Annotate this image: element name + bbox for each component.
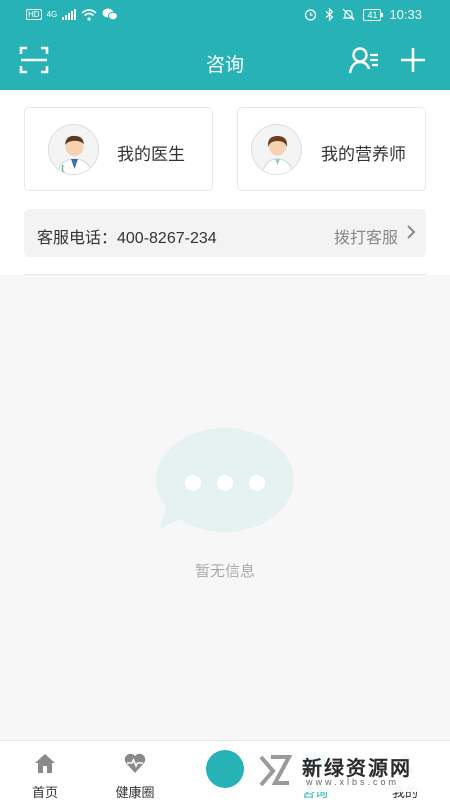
- mute-icon: [342, 8, 355, 21]
- my-doctor-label: 我的医生: [117, 145, 185, 164]
- consult-panel: 我的医生 我的营养师 客服电话：400-8267-234 拨打客服: [0, 90, 450, 275]
- call-service-link[interactable]: 拨打客服: [334, 224, 398, 248]
- my-doctor-card[interactable]: 我的医生: [24, 107, 213, 191]
- nutritionist-avatar-icon: [251, 124, 302, 175]
- alarm-icon: [305, 9, 317, 21]
- signal-icon: [62, 9, 77, 20]
- divider: [24, 274, 426, 275]
- home-icon: [35, 754, 55, 773]
- wifi-icon: [81, 8, 97, 21]
- status-bar: HD 4G 41 10:33: [0, 0, 450, 32]
- customer-service-phone: 客服电话：400-8267-234: [37, 230, 217, 247]
- customer-service-row[interactable]: 客服电话：400-8267-234 拨打客服: [24, 209, 426, 257]
- doctor-avatar-icon: [48, 124, 99, 175]
- clock: 10:33: [389, 7, 422, 22]
- network-type: 4G: [46, 10, 58, 19]
- chevron-right-icon: [407, 225, 416, 239]
- plus-circle-icon[interactable]: [206, 750, 268, 789]
- my-nutritionist-label: 我的营养师: [321, 145, 406, 164]
- empty-state-text: 暂无信息: [194, 563, 255, 580]
- page-title: 咨询: [205, 55, 244, 76]
- chat-bubble-icon: [156, 428, 294, 532]
- tab-home-label: 首页: [31, 785, 58, 800]
- tab-health-circle[interactable]: 健康圈: [90, 741, 180, 800]
- battery-indicator: 41: [363, 8, 384, 21]
- wechat-icon: [102, 8, 119, 21]
- my-nutritionist-card[interactable]: 我的营养师: [237, 107, 426, 191]
- bluetooth-icon: [326, 8, 334, 21]
- tab-health-label: 健康圈: [115, 785, 155, 800]
- hd-indicator: HD: [26, 9, 42, 20]
- doctor-list-icon[interactable]: [348, 44, 380, 76]
- add-icon[interactable]: [397, 44, 429, 76]
- watermark: 新绿资源网 www.xlbs.com: [250, 748, 430, 792]
- watermark-logo: [259, 755, 292, 787]
- watermark-url: www.xlbs.com: [306, 777, 400, 787]
- tab-home[interactable]: 首页: [0, 741, 90, 800]
- heart-pulse-icon: [124, 753, 146, 773]
- top-bar: HD 4G 41 10:33 咨询: [0, 0, 450, 90]
